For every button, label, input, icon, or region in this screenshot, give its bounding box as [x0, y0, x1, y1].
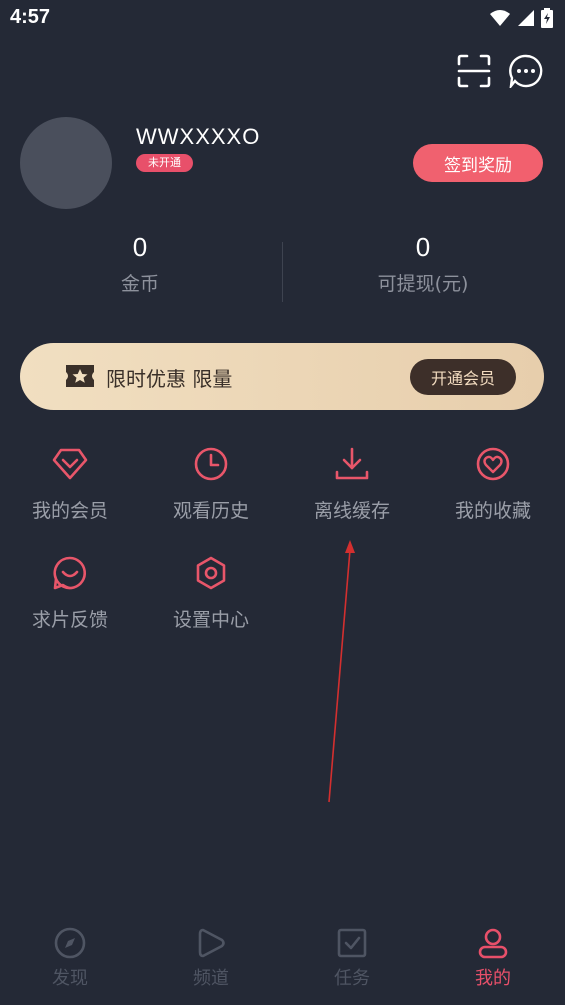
promo-text: 限时优惠 限量: [106, 367, 233, 391]
menu-label: 观看历史: [172, 500, 249, 522]
menu-label: 设置中心: [172, 609, 249, 631]
vip-status-badge: 未开通: [136, 154, 193, 172]
tab-label: 发现: [52, 968, 88, 989]
coins-stat[interactable]: 0 金币: [40, 232, 240, 296]
tab-discover[interactable]: 发现: [20, 926, 120, 990]
vip-ticket-icon: [66, 365, 94, 387]
settings-icon: [196, 556, 226, 590]
battery-icon: [541, 8, 553, 28]
status-bar: 4:57: [0, 0, 565, 40]
bottom-tab-bar: 发现 频道 任务 我的: [0, 918, 565, 1005]
withdrawable-stat[interactable]: 0 可提现(元): [323, 232, 523, 296]
vip-promo-banner[interactable]: 限时优惠 限量 开通会员: [20, 343, 544, 410]
withdrawable-label: 可提现(元): [377, 273, 469, 295]
status-icons: [489, 8, 553, 28]
signin-reward-button[interactable]: 签到奖励: [413, 144, 543, 182]
menu-item-favorites[interactable]: 我的收藏: [433, 446, 553, 523]
open-vip-button[interactable]: 开通会员: [410, 359, 516, 395]
task-icon: [337, 928, 367, 958]
heart-icon: [476, 447, 510, 481]
status-time: 4:57: [10, 6, 51, 28]
tab-label: 频道: [193, 968, 229, 989]
user-icon: [478, 928, 508, 959]
diamond-icon: [52, 448, 88, 480]
tab-label: 任务: [334, 968, 370, 989]
menu-item-offline-cache[interactable]: 离线缓存: [292, 446, 412, 523]
menu-item-membership[interactable]: 我的会员: [10, 446, 130, 523]
coins-label: 金币: [120, 273, 159, 295]
message-icon[interactable]: [509, 54, 543, 88]
menu-item-settings[interactable]: 设置中心: [151, 555, 271, 632]
tab-tasks[interactable]: 任务: [302, 926, 402, 990]
tab-mine[interactable]: 我的: [443, 926, 543, 990]
stats-row: 0 金币 0 可提现(元): [0, 232, 565, 312]
signal-icon: [518, 10, 534, 26]
menu-item-history[interactable]: 观看历史: [151, 446, 271, 523]
menu-label: 求片反馈: [31, 609, 108, 631]
menu-label: 我的会员: [31, 500, 108, 522]
stats-divider: [282, 242, 283, 302]
feedback-icon: [53, 556, 87, 590]
wifi-icon: [490, 10, 510, 26]
menu-label: 离线缓存: [313, 500, 390, 522]
withdrawable-value: 0: [415, 232, 431, 262]
play-icon: [198, 928, 225, 958]
compass-icon: [54, 927, 86, 959]
scan-icon[interactable]: [457, 54, 491, 88]
clock-icon: [194, 447, 228, 481]
avatar[interactable]: [20, 117, 112, 209]
menu-label: 我的收藏: [454, 500, 531, 522]
tab-channel[interactable]: 频道: [161, 926, 261, 990]
menu-item-feedback[interactable]: 求片反馈: [10, 555, 130, 632]
coins-value: 0: [132, 232, 148, 262]
header-actions: [457, 54, 543, 88]
download-icon: [335, 447, 369, 480]
tab-label: 我的: [475, 968, 511, 989]
username: WWXXXXO: [136, 124, 261, 149]
